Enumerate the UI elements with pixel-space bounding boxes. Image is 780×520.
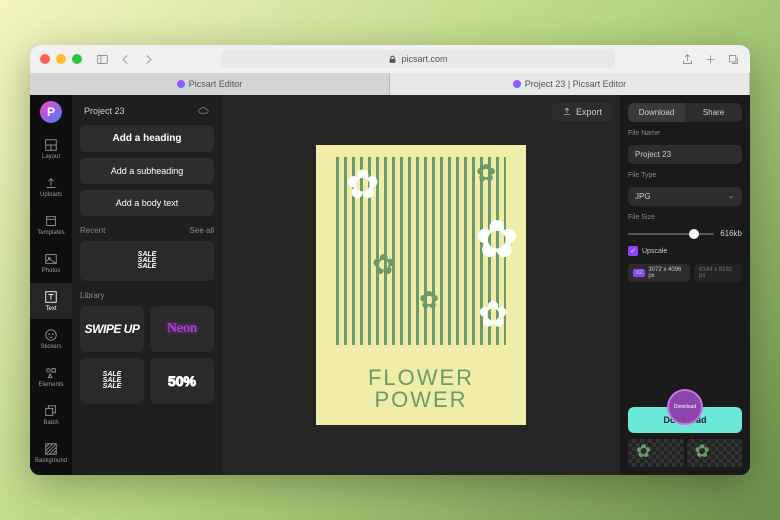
browser-tabs: Picsart Editor Project 23 | Picsart Edit… (30, 73, 750, 95)
address-bar[interactable]: picsart.com (221, 50, 615, 68)
tabs-icon[interactable] (727, 53, 740, 66)
filename-label: File Name (628, 130, 742, 137)
export-panel: Download Share File Name Project 23 File… (620, 95, 750, 475)
filetype-select[interactable]: JPG (628, 187, 742, 206)
library-thumb-neon[interactable]: Neon (150, 306, 214, 352)
export-button[interactable]: Export (552, 103, 612, 121)
poster-text: FLOWER POWER (316, 367, 526, 411)
artboard[interactable]: FLOWER POWER (316, 145, 526, 425)
flower-icon (419, 288, 443, 312)
flower-icon (372, 251, 400, 279)
app-logo-icon[interactable]: P (40, 101, 62, 123)
add-body-button[interactable]: Add a body text (80, 190, 214, 216)
project-name: Project 23 (84, 106, 125, 116)
nav-background[interactable]: Background (30, 435, 72, 471)
flower-icon (476, 161, 500, 185)
export-icon (562, 107, 572, 117)
filename-input[interactable]: Project 23 (628, 145, 742, 164)
canvas-area[interactable]: Export FLOWER POWER (222, 95, 620, 475)
tab-download[interactable]: Download (628, 103, 685, 122)
library-thumb-swipe[interactable]: SWIPE UP (80, 306, 144, 352)
export-tabs: Download Share (628, 103, 742, 122)
see-all-link[interactable]: See all (190, 226, 214, 235)
nav-batch[interactable]: Batch (30, 397, 72, 433)
chevron-down-icon (727, 193, 735, 201)
nav-text[interactable]: Text (30, 283, 72, 319)
favicon-icon (177, 80, 185, 88)
project-header: Project 23 (80, 103, 214, 119)
favicon-icon (513, 80, 521, 88)
flower-icon (475, 214, 526, 266)
left-iconbar: P Layout Uploads Templates Photos Text S… (30, 95, 72, 475)
forward-icon[interactable] (142, 53, 155, 66)
nav-stickers[interactable]: Stickers (30, 321, 72, 357)
tab-share[interactable]: Share (685, 103, 742, 122)
minimize-window-icon[interactable] (56, 54, 66, 64)
preview-thumb[interactable] (628, 439, 684, 467)
download-indicator-icon: Download (667, 389, 703, 425)
text-panel: Project 23 Add a heading Add a subheadin… (72, 95, 222, 475)
filesize-label: File Size (628, 214, 742, 221)
add-heading-button[interactable]: Add a heading (80, 125, 214, 152)
filesize-value: 616kb (720, 229, 742, 238)
library-label: Library (80, 291, 104, 300)
nav-templates[interactable]: Templates (30, 207, 72, 243)
preview-thumb[interactable] (687, 439, 743, 467)
url-text: picsart.com (401, 54, 447, 64)
filetype-label: File Type (628, 172, 742, 179)
recent-label: Recent (80, 226, 105, 235)
nav-layout[interactable]: Layout (30, 131, 72, 167)
sidebar-icon[interactable] (96, 53, 109, 66)
upscale-checkbox[interactable]: Upscale (628, 246, 742, 256)
close-window-icon[interactable] (40, 54, 50, 64)
filesize-slider[interactable] (628, 233, 714, 235)
library-thumb-fifty[interactable]: 50% (150, 358, 214, 404)
nav-photos[interactable]: Photos (30, 245, 72, 281)
recent-thumb-sale[interactable]: SALE SALE SALE (80, 241, 214, 281)
back-icon[interactable] (119, 53, 132, 66)
flower-icon (346, 165, 386, 205)
dimension-option-2[interactable]: 6144 x 8192 px (694, 264, 742, 282)
library-thumb-sale[interactable]: SALE SALE SALE (80, 358, 144, 404)
tab-project[interactable]: Project 23 | Picsart Editor (390, 73, 750, 95)
new-tab-icon[interactable] (704, 53, 717, 66)
share-icon[interactable] (681, 53, 694, 66)
dimension-option-1[interactable]: x23072 x 4096 px (628, 264, 690, 282)
flower-icon (478, 297, 514, 333)
add-subheading-button[interactable]: Add a subheading (80, 158, 214, 184)
nav-uploads[interactable]: Uploads (30, 169, 72, 205)
maximize-window-icon[interactable] (72, 54, 82, 64)
cloud-sync-icon[interactable] (198, 105, 210, 117)
nav-elements[interactable]: Elements (30, 359, 72, 395)
browser-titlebar: picsart.com (30, 45, 750, 73)
tab-editor[interactable]: Picsart Editor (30, 73, 390, 95)
lock-icon (388, 55, 397, 64)
